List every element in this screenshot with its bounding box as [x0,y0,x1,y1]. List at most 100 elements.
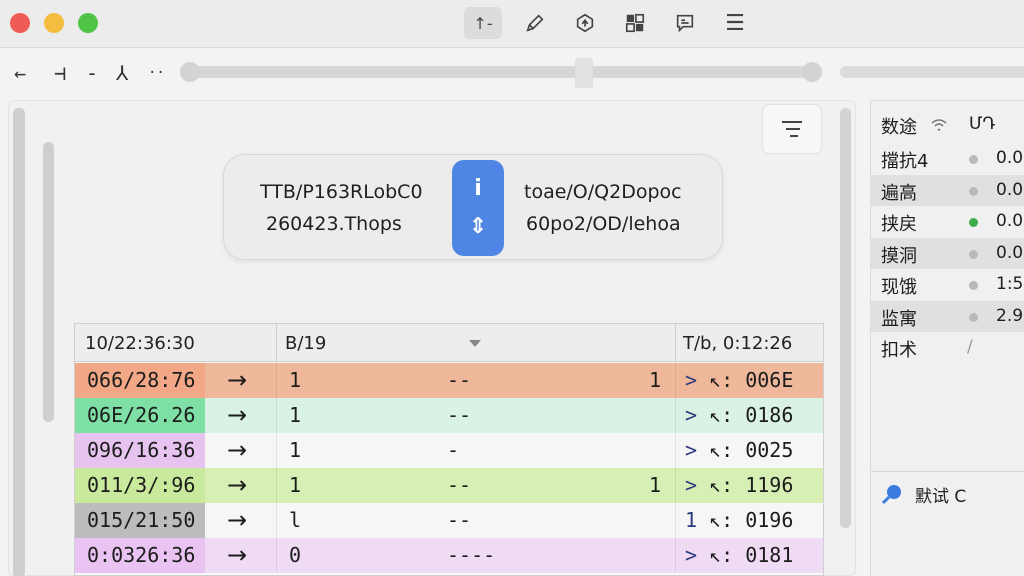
log-table: 10/22:36:30 B/19 T/b, 0:12:26 066/28:76 →… [74,323,824,576]
side-panel-item[interactable]: 摸洞 0.0 [871,238,1024,269]
side-panel-item-label: 现饿 [881,277,917,298]
side-panel-item[interactable]: 现饿 1:5 [871,269,1024,300]
menu-button[interactable]: ☰ [716,7,754,39]
table-row[interactable]: 066/28:76 → 1 -- 1 > ↖: 006E [75,363,823,398]
side-panel-item-label: 摸洞 [881,246,917,267]
minimize-window-button[interactable] [44,13,64,33]
upload-icon: ↑- [473,13,493,33]
row-dash: -- [447,473,472,497]
row-dash: -- [447,403,472,427]
row-code-prefix: > [685,543,698,567]
table-row[interactable]: 0:0326:36 → 0 ---- > ↖: 0181 [75,538,823,573]
side-panel-action[interactable]: 默试 C [881,479,966,509]
row-code-value: ↖: 006E [709,368,794,392]
row-flag: 1 [649,368,662,392]
column-divider [675,538,676,573]
row-dash: -- [447,508,472,532]
row-dash: - [447,438,460,462]
status-dot-icon [969,313,978,322]
close-window-button[interactable] [10,13,30,33]
status-dot-icon [969,250,978,259]
row-code: > ↖: 0186 [685,398,793,433]
row-arrow-icon: → [227,401,248,429]
info-left-line-1: TTB/P163RLobC0 [260,181,423,203]
timeline-scrubber[interactable] [186,66,812,78]
row-code-value: ↖: 0186 [709,403,794,427]
table-row[interactable]: 015/21:50 → l -- 1 ↖: 0196 [75,503,823,538]
step-start-icon[interactable]: ⊣ [54,58,66,88]
side-panel-header: 数途 ՄԴ [871,109,1024,140]
row-code: > ↖: 006E [685,363,793,398]
more-icon[interactable]: ·· [148,58,165,88]
comment-button[interactable] [666,7,704,39]
sync-icon [576,13,594,33]
side-panel-item-value: 0.0 [996,243,1024,263]
step-split-icon[interactable]: ⅄ [116,58,128,88]
side-panel-item[interactable]: 遍高 0.0 [871,175,1024,206]
main-scrollbar[interactable] [840,108,851,528]
row-time: 066/28:76 [75,363,205,398]
table-header: 10/22:36:30 B/19 T/b, 0:12:26 [75,324,823,362]
side-panel-item[interactable]: 挟戻 0.0 [871,206,1024,237]
left-inner-scrollbar[interactable] [43,142,54,422]
filter-icon [782,121,802,137]
row-code-value: ↖: 1196 [709,473,794,497]
swap-icon: ⇕ [468,214,488,239]
row-count: 1 [289,403,302,427]
side-panel-item[interactable]: 扣术 / [871,332,1024,363]
side-panel-item-value: 2.9 [996,306,1024,326]
side-panel-item-value: 0.0 [996,148,1024,168]
row-flag: 1 [649,473,662,497]
column-header-value[interactable]: B/19 [285,333,326,354]
back-arrow-icon[interactable]: ← [14,58,26,88]
side-panel-item-label: 扣术 [881,340,917,361]
side-panel: 数途 ՄԴ 擋抗4 0.0 遍高 0.0 挟戻 0.0 摸洞 0.0 现饿 1:5 监寓 2.9 扣术 /… [870,100,1024,576]
secondary-scrubber[interactable] [840,66,1024,78]
column-divider [675,398,676,433]
row-dash: ---- [447,543,496,567]
title-bar: ↑- ☰ [0,0,1024,48]
sort-caret-icon[interactable] [469,340,481,347]
scrubber-end-handle[interactable] [802,62,822,82]
sync-button[interactable] [566,7,604,39]
pen-button[interactable] [516,7,554,39]
maximize-window-button[interactable] [78,13,98,33]
table-row[interactable]: 096/16:36 → 1 - > ↖: 0025 [75,433,823,468]
column-divider [276,433,277,468]
side-panel-title: 数途 [881,117,917,138]
row-dash: -- [447,368,472,392]
side-panel-item-value: / [967,337,973,357]
column-divider [276,324,277,362]
left-outer-scrollbar[interactable] [13,108,25,576]
info-badge-button[interactable]: i ⇕ [452,160,504,256]
column-header-code[interactable]: T/b, 0:12:26 [683,333,792,354]
column-divider [276,363,277,398]
side-panel-item[interactable]: 擋抗4 0.0 [871,143,1024,174]
pen-icon [526,14,544,32]
scrubber-start-handle[interactable] [180,62,200,82]
table-row[interactable]: 06E/26.26 → 1 -- > ↖: 0186 [75,398,823,433]
layout-button[interactable] [616,7,654,39]
side-panel-item[interactable]: 监寓 2.9 [871,301,1024,332]
table-row[interactable]: 011/3/:96 → 1 -- 1 > ↖: 1196 [75,468,823,503]
row-arrow-icon: → [227,506,248,534]
side-panel-header-value: ՄԴ [969,114,996,134]
row-code-value: ↖: 0025 [709,438,794,462]
filter-button[interactable] [762,104,822,154]
comment-icon [676,14,694,33]
row-time: 096/16:36 [75,433,205,468]
column-divider [675,363,676,398]
row-code: 1 ↖: 0196 [685,503,793,538]
step-minus-icon[interactable]: - [86,58,98,88]
column-header-time[interactable]: 10/22:36:30 [85,333,195,354]
column-divider [276,398,277,433]
status-dot-icon [969,155,978,164]
side-panel-item-label: 挟戻 [881,214,917,235]
row-time: 0:0326:36 [75,538,205,573]
info-icon: i [474,176,482,201]
row-count: 1 [289,473,302,497]
info-right-line-2: 60po2/OD/lehoa [526,213,681,235]
column-divider [675,433,676,468]
menu-icon: ☰ [725,10,745,36]
upload-button[interactable]: ↑- [464,7,502,39]
